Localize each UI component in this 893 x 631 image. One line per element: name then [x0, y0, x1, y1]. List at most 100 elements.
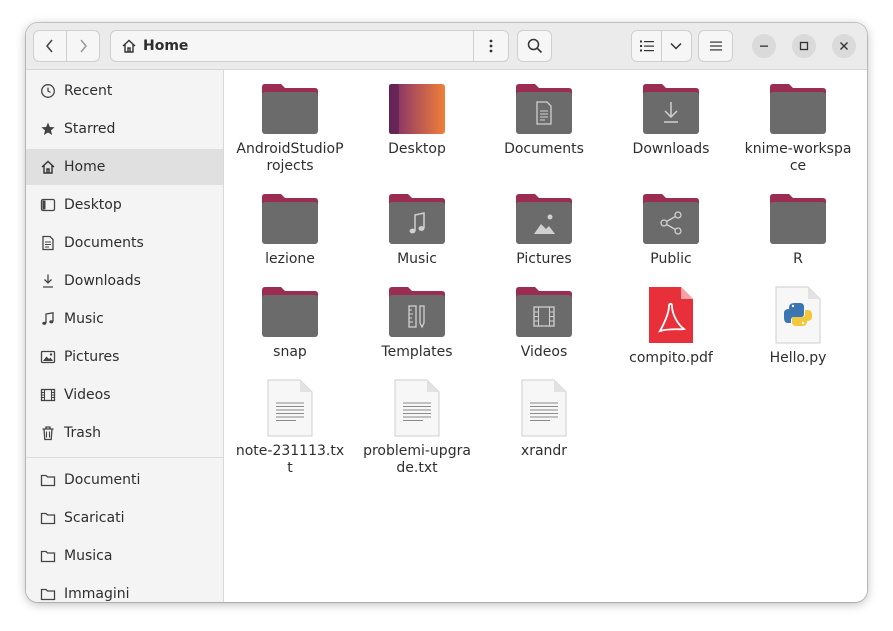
file-name: note-231113.txt [235, 443, 345, 476]
sidebar-item-label: Musica [64, 548, 113, 564]
file-item-desktop[interactable]: Desktop [357, 83, 477, 158]
document-icon [39, 234, 57, 252]
list-view-button[interactable] [632, 31, 661, 61]
file-item-androidstudioprojects[interactable]: AndroidStudioProjects [230, 83, 350, 175]
home-icon [122, 39, 136, 53]
navigation-buttons [33, 30, 100, 62]
desktop-folder-icon [389, 84, 445, 134]
file-name: xrandr [520, 443, 568, 459]
file-item-videos[interactable]: Videos [484, 286, 604, 361]
sidebar-item-recent[interactable]: Recent [26, 73, 223, 109]
folder-icon [262, 84, 318, 134]
folder-icon [39, 547, 57, 565]
sidebar-item-label: Music [64, 311, 104, 327]
file-name: Music [397, 251, 437, 267]
text-file-icon [521, 379, 567, 437]
folder-icon [39, 585, 57, 602]
path-menu-button[interactable] [474, 31, 508, 61]
pictures-folder-icon [516, 194, 572, 244]
view-buttons [631, 30, 692, 62]
pdf-file-icon [649, 287, 693, 343]
text-file-icon [267, 379, 313, 437]
sidebar-item-starred[interactable]: Starred [26, 111, 223, 147]
sidebar-item-home[interactable]: Home [26, 149, 223, 185]
sidebar-item-immagini[interactable]: Immagini [26, 576, 223, 602]
file-item-knime-workspace[interactable]: knime-workspace [738, 83, 858, 175]
file-name: snap [273, 344, 307, 360]
back-button[interactable] [34, 31, 66, 61]
file-item-pictures[interactable]: Pictures [484, 193, 604, 268]
file-item-lezione[interactable]: lezione [230, 193, 350, 268]
file-item-r[interactable]: R [738, 193, 858, 268]
header-bar: Home [26, 23, 867, 70]
sidebar-item-downloads[interactable]: Downloads [26, 263, 223, 299]
file-item-music[interactable]: Music [357, 193, 477, 268]
sidebar-item-label: Documents [64, 235, 144, 251]
sidebar-item-trash[interactable]: Trash [26, 415, 223, 451]
forward-button[interactable] [67, 31, 99, 61]
folder-icon [770, 194, 826, 244]
sidebar-item-musica[interactable]: Musica [26, 538, 223, 574]
text-file-icon [394, 379, 440, 437]
path-location-home[interactable]: Home [111, 31, 473, 61]
maximize-icon [799, 41, 809, 51]
sidebar-item-scaricati[interactable]: Scaricati [26, 500, 223, 536]
sidebar-item-label: Downloads [64, 273, 141, 289]
film-icon [39, 386, 57, 404]
minimize-icon [760, 45, 768, 47]
file-item-documents[interactable]: Documents [484, 83, 604, 158]
download-icon [39, 272, 57, 290]
hamburger-icon [709, 41, 722, 51]
file-name: Videos [520, 344, 568, 360]
search-icon [527, 38, 542, 54]
chevron-down-icon [670, 42, 683, 50]
vertical-dots-icon [489, 39, 493, 53]
file-name: Hello.py [769, 350, 827, 366]
file-item-compito-pdf[interactable]: compito.pdf [611, 286, 731, 367]
file-name: lezione [265, 251, 315, 267]
file-name: AndroidStudioProjects [236, 141, 344, 174]
list-view-icon [639, 40, 654, 52]
file-name: problemi-upgrade.txt [363, 443, 471, 476]
file-item-problemi-upgrade-txt[interactable]: problemi-upgrade.txt [357, 379, 477, 477]
folder-icon [39, 509, 57, 527]
folder-icon [262, 194, 318, 244]
file-item-xrandr[interactable]: xrandr [484, 379, 604, 460]
view-options-button[interactable] [662, 31, 691, 61]
sidebar-item-label: Scaricati [64, 510, 125, 526]
chevron-right-icon [80, 39, 87, 53]
sidebar-item-documenti[interactable]: Documenti [26, 462, 223, 498]
music-folder-icon [389, 194, 445, 244]
close-icon [840, 42, 848, 50]
file-name: Pictures [516, 251, 572, 267]
sidebar-item-documents[interactable]: Documents [26, 225, 223, 261]
sidebar-item-pictures[interactable]: Pictures [26, 339, 223, 375]
file-item-snap[interactable]: snap [230, 286, 350, 361]
sidebar-item-videos[interactable]: Videos [26, 377, 223, 413]
sidebar-item-label: Starred [64, 121, 116, 137]
maximize-button[interactable] [792, 34, 816, 58]
folder-icon [39, 471, 57, 489]
documents-folder-icon [516, 84, 572, 134]
sidebar-item-label: Trash [64, 425, 101, 441]
clock-icon [39, 82, 57, 100]
file-item-public[interactable]: Public [611, 193, 731, 268]
search-button[interactable] [517, 30, 552, 62]
file-name: Public [650, 251, 692, 267]
file-name: knime-workspace [744, 141, 852, 174]
file-name: Documents [504, 141, 584, 157]
sidebar-item-label: Videos [64, 387, 111, 403]
sidebar-item-desktop[interactable]: Desktop [26, 187, 223, 223]
main-menu-button[interactable] [698, 30, 733, 62]
sidebar-item-label: Home [64, 159, 106, 175]
path-bar[interactable]: Home [110, 30, 509, 62]
sidebar-item-music[interactable]: Music [26, 301, 223, 337]
minimize-button[interactable] [752, 34, 776, 58]
videos-folder-icon [516, 287, 572, 337]
file-item-note-231113-txt[interactable]: note-231113.txt [230, 379, 350, 477]
file-item-templates[interactable]: Templates [357, 286, 477, 361]
file-item-downloads[interactable]: Downloads [611, 83, 731, 158]
sidebar-separator [26, 457, 223, 458]
close-button[interactable] [832, 34, 856, 58]
file-item-hello-py[interactable]: Hello.py [738, 286, 858, 367]
